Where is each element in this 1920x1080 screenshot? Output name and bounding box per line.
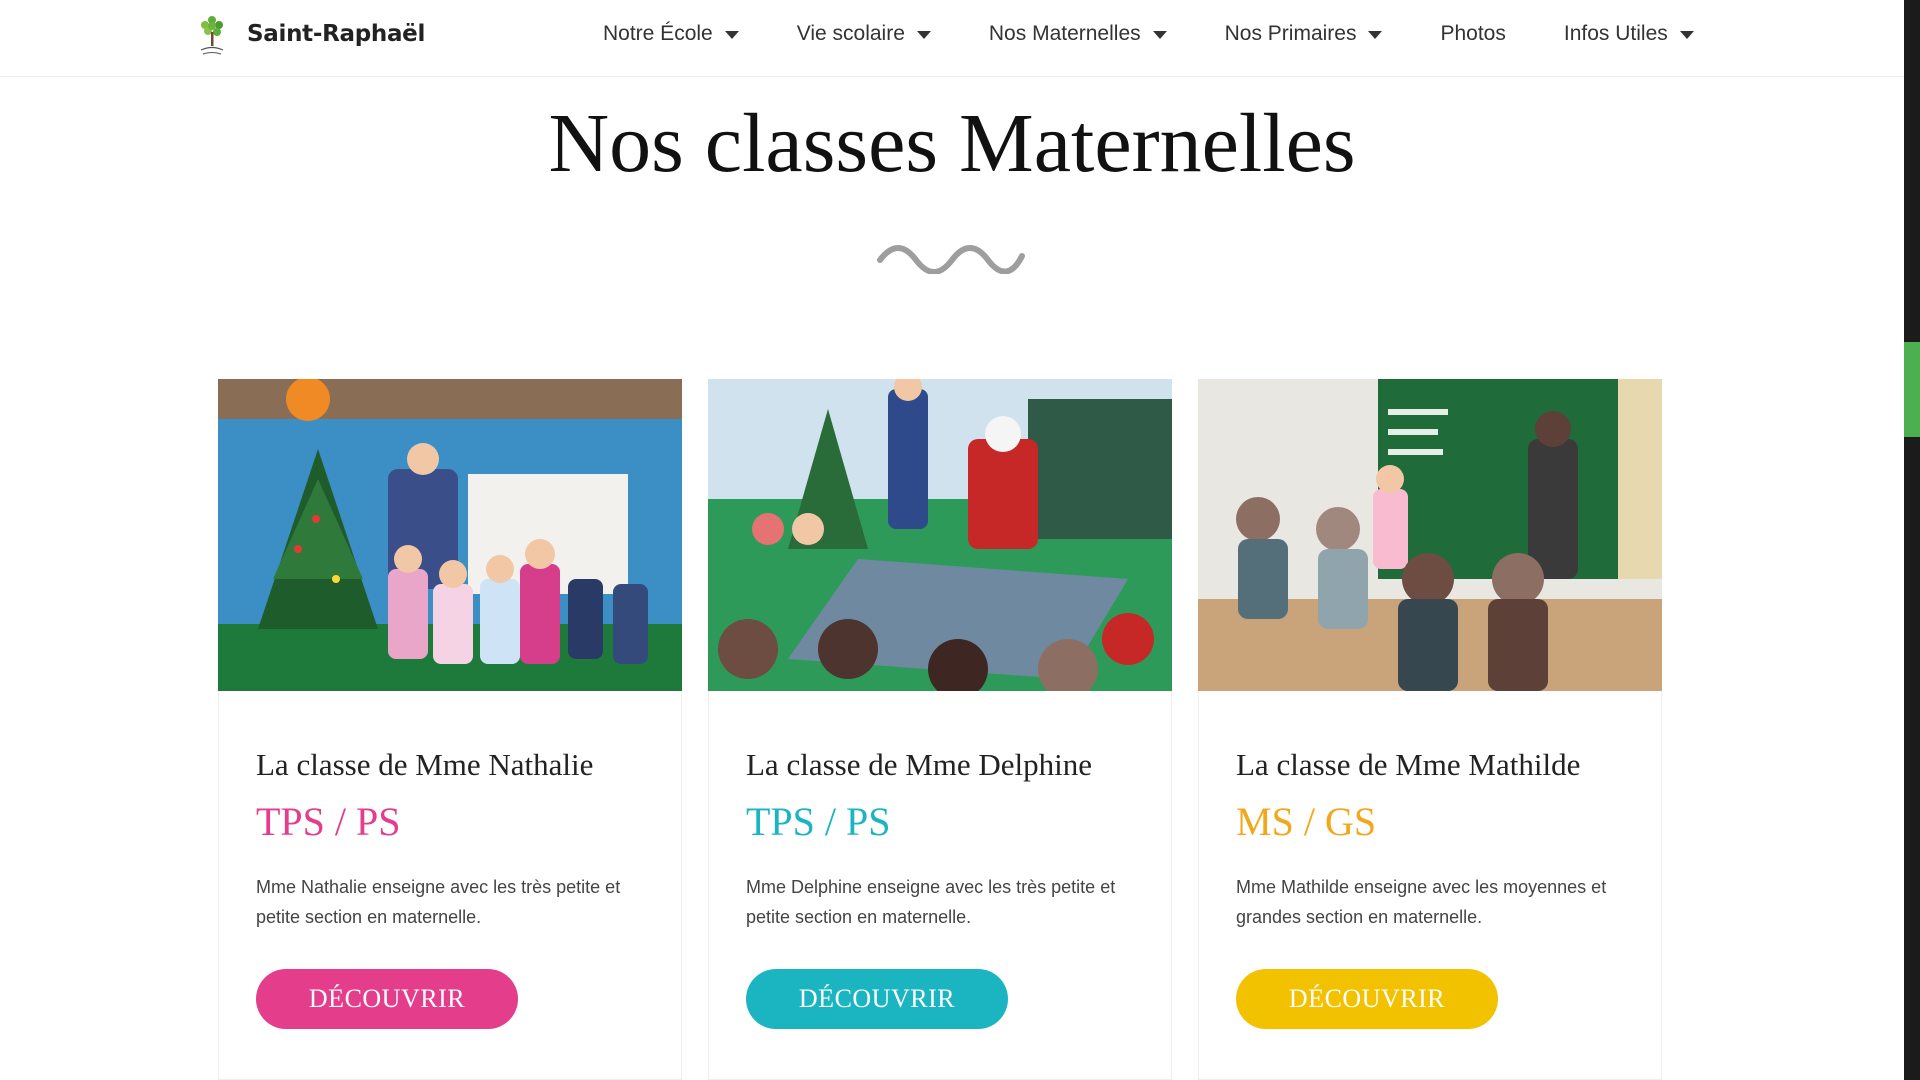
page-scrollbar-thumb[interactable] — [1904, 342, 1920, 437]
nav-item-label: Photos — [1440, 22, 1506, 45]
page-title: Nos classes Maternelles — [548, 97, 1356, 190]
discover-button[interactable]: DÉCOUVRIR — [256, 969, 518, 1029]
discover-button[interactable]: DÉCOUVRIR — [1236, 969, 1498, 1029]
class-card: La classe de Mme Nathalie TPS / PS Mme N… — [218, 379, 682, 1080]
class-photo — [1198, 379, 1662, 691]
nav-item-label: Nos Maternelles — [988, 22, 1141, 45]
class-photo — [218, 379, 682, 691]
tree-logo-icon[interactable] — [195, 12, 229, 58]
nav-item-nos-primaires[interactable]: Nos Primaires — [1225, 22, 1383, 46]
card-level: MS / GS — [1236, 799, 1377, 844]
page-scrollbar-track[interactable] — [1904, 0, 1920, 1080]
class-photo — [708, 379, 1172, 691]
wavy-divider-icon — [877, 245, 1025, 274]
card-level: TPS / PS — [746, 799, 891, 844]
caret-down-icon — [1152, 31, 1167, 39]
nav-item-label: Infos Utiles — [1563, 22, 1668, 45]
nav-item-notre-ecole[interactable]: Notre École — [603, 22, 739, 46]
card-description: Mme Delphine enseigne avec les très peti… — [746, 877, 1116, 927]
class-card: La classe de Mme Mathilde MS / GS Mme Ma… — [1198, 379, 1662, 1080]
card-title: La classe de Mme Nathalie — [256, 747, 594, 782]
caret-down-icon — [916, 31, 931, 39]
nav-item-label: Vie scolaire — [796, 22, 905, 45]
nav-item-label: Notre École — [603, 22, 713, 45]
caret-down-icon — [1368, 31, 1383, 39]
brand-name[interactable]: Saint-Raphaël — [247, 21, 425, 47]
nav-item-vie-scolaire[interactable]: Vie scolaire — [797, 22, 931, 46]
caret-down-icon — [1679, 31, 1694, 39]
card-description: Mme Nathalie enseigne avec les très peti… — [256, 877, 621, 927]
card-title: La classe de Mme Delphine — [746, 747, 1093, 782]
class-card: La classe de Mme Delphine TPS / PS Mme D… — [708, 379, 1172, 1080]
nav-item-infos-utiles[interactable]: Infos Utiles — [1564, 22, 1694, 46]
card-level: TPS / PS — [256, 799, 401, 844]
top-navbar: Saint-Raphaël Notre École Vie scolaire N… — [0, 0, 1904, 77]
nav-item-label: Nos Primaires — [1224, 22, 1357, 45]
caret-down-icon — [724, 31, 739, 39]
main-menu: Notre École Vie scolaire Nos Maternelles… — [603, 22, 1694, 46]
discover-button[interactable]: DÉCOUVRIR — [746, 969, 1008, 1029]
nav-item-nos-maternelles[interactable]: Nos Maternelles — [989, 22, 1167, 46]
card-title: La classe de Mme Mathilde — [1236, 747, 1581, 782]
card-description: Mme Mathilde enseigne avec les moyennes … — [1236, 877, 1607, 927]
nav-item-photos[interactable]: Photos — [1440, 22, 1505, 46]
